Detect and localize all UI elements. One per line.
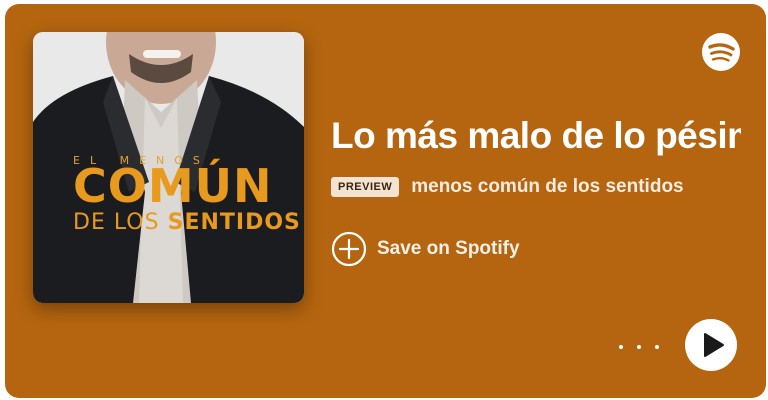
more-dot [655, 345, 659, 349]
episode-title[interactable]: Lo más malo de lo pésimo [331, 110, 741, 162]
more-dot [619, 345, 623, 349]
cover-subheadline: DE LOS SENTIDOS [73, 210, 301, 235]
spotify-embed-card: EL MENOS COMÚN DE LOS SENTIDOS Lo más ma… [5, 4, 766, 398]
cover-headline: COMÚN [73, 159, 273, 213]
play-button[interactable] [685, 319, 737, 371]
more-dot [637, 345, 641, 349]
plus-circle-icon [331, 231, 367, 267]
play-icon [704, 333, 724, 357]
episode-meta: PREVIEW menos común de los sentidos [331, 173, 741, 201]
cover-art: EL MENOS COMÚN DE LOS SENTIDOS [33, 32, 304, 303]
preview-badge: PREVIEW [331, 177, 400, 197]
more-options-button[interactable] [619, 337, 659, 357]
save-label: Save on Spotify [377, 238, 520, 259]
cover-sub-a: DE LOS [73, 210, 168, 235]
spotify-logo-icon[interactable] [701, 32, 741, 72]
save-on-spotify-button[interactable]: Save on Spotify [331, 231, 520, 267]
show-name[interactable]: menos común de los sentidos [411, 176, 683, 198]
cover-sub-b: SENTIDOS [167, 210, 301, 235]
